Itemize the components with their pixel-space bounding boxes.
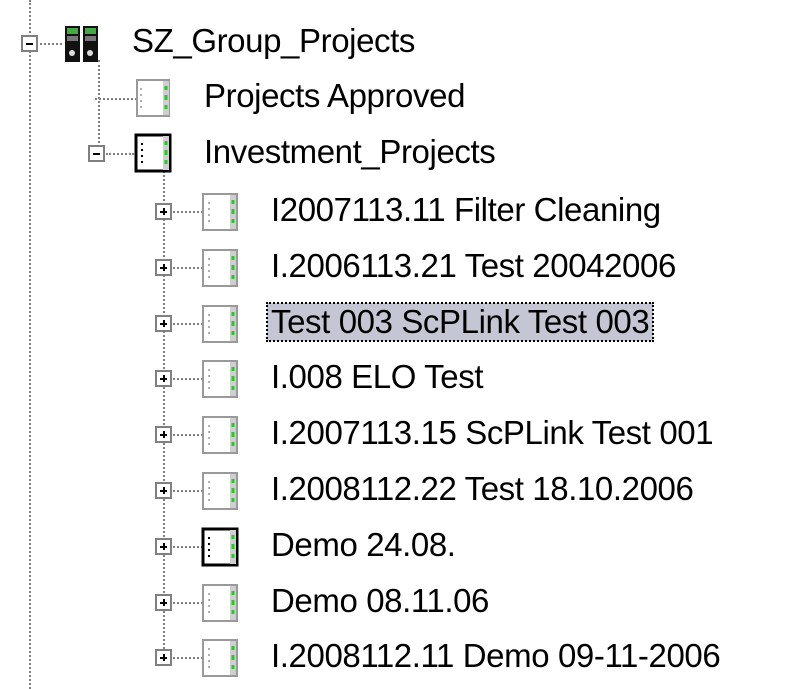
expand-project-button[interactable] [155, 370, 172, 387]
server-rack-icon [62, 24, 102, 64]
expand-project-button[interactable] [155, 426, 172, 443]
collapse-root-button[interactable] [21, 35, 38, 52]
tree-connector [40, 43, 62, 45]
expand-project-button[interactable] [155, 482, 172, 499]
binder-icon [133, 133, 173, 173]
tree-connector [173, 657, 203, 659]
tree-connector [173, 490, 203, 492]
binder-icon [200, 359, 240, 399]
binder-icon [133, 78, 173, 118]
project-tree: SZ_Group_Projects Projects Approved Inve… [0, 0, 812, 689]
expand-project-button[interactable] [155, 594, 172, 611]
tree-item-project[interactable]: I.2007113.15 ScPLink Test 001 [267, 414, 717, 452]
tree-connector [98, 60, 100, 155]
binder-icon [200, 527, 240, 567]
tree-connector [173, 211, 203, 213]
tree-connector [173, 378, 203, 380]
binder-icon [200, 583, 240, 623]
tree-connector [173, 546, 203, 548]
tree-connector [173, 602, 203, 604]
tree-item-project[interactable]: Demo 24.08. [267, 526, 460, 564]
tree-item-project[interactable]: I.2006113.21 Test 20042006 [267, 247, 680, 285]
tree-connector [173, 267, 203, 269]
binder-icon [200, 415, 240, 455]
tree-connector [106, 153, 134, 155]
tree-item-investment-projects[interactable]: Investment_Projects [200, 133, 499, 171]
tree-connector [95, 98, 137, 100]
binder-icon [200, 192, 240, 232]
expand-project-button[interactable] [155, 538, 172, 555]
binder-icon [200, 248, 240, 288]
tree-connector [29, 0, 31, 689]
binder-icon [200, 638, 240, 678]
tree-item-project[interactable]: I.2008112.22 Test 18.10.2006 [267, 470, 697, 508]
tree-item-projects-approved[interactable]: Projects Approved [200, 77, 469, 115]
expand-project-button[interactable] [155, 259, 172, 276]
binder-icon [200, 471, 240, 511]
collapse-investment-button[interactable] [88, 145, 105, 162]
tree-item-project[interactable]: Demo 08.11.06 [267, 582, 493, 620]
tree-item-project[interactable]: Test 003 ScPLink Test 003 [265, 302, 655, 342]
tree-item-project[interactable]: I2007113.11 Filter Cleaning [267, 191, 665, 229]
expand-project-button[interactable] [155, 649, 172, 666]
expand-project-button[interactable] [155, 203, 172, 220]
tree-item-project[interactable]: I.2008112.11 Demo 09-11-2006 [267, 637, 724, 675]
tree-root-label[interactable]: SZ_Group_Projects [128, 22, 419, 60]
tree-connector [173, 434, 203, 436]
tree-item-project[interactable]: I.008 ELO Test [267, 358, 487, 396]
tree-connector [173, 323, 203, 325]
binder-icon [200, 304, 240, 344]
tree-connector [163, 168, 165, 653]
expand-project-button[interactable] [155, 315, 172, 332]
